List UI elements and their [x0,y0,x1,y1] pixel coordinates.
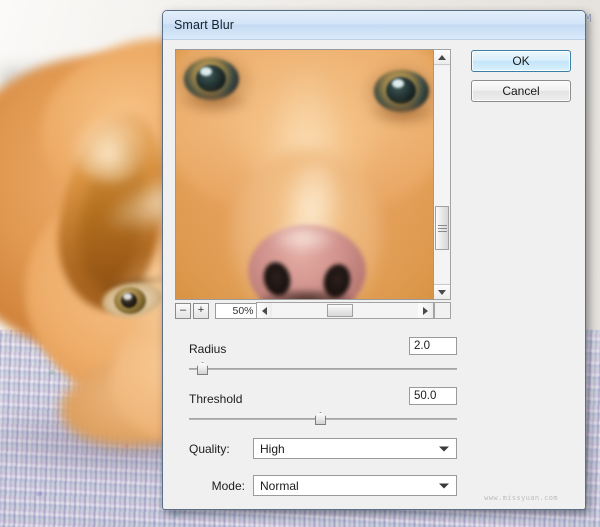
quality-selected-value: High [260,441,285,456]
radius-input[interactable]: 2.0 [409,337,457,355]
mode-label: Mode: [211,478,245,493]
preview-horizontal-scrollbar[interactable] [256,302,434,319]
arrow-left-icon [262,306,267,315]
zoom-in-button[interactable]: + [193,302,209,319]
preview-horizontal-scroll-track[interactable] [272,303,418,318]
mode-row: Mode: Normal [189,475,457,496]
cancel-button[interactable]: Cancel [471,80,571,102]
dialog-title: Smart Blur [174,18,235,32]
dialog-body: – + 50% OK Cancel Radius 2.0 Threshold 5… [163,40,585,509]
preview-horizontal-scroll-thumb[interactable] [327,304,353,317]
preview-left-lower-lid [176,92,252,116]
preview-image-dog-face [176,50,433,299]
threshold-label: Threshold [189,392,243,406]
threshold-param-row: Threshold 50.0 [189,387,457,425]
preview-scroll-left-button[interactable] [257,303,272,318]
mode-select[interactable]: Normal [253,475,457,496]
preview-image-frame[interactable] [175,49,434,300]
ok-button[interactable]: OK [471,50,571,72]
preview-vertical-scrollbar[interactable] [434,49,451,300]
threshold-slider-thumb[interactable] [314,412,326,425]
preview-scrollbar-corner [434,302,451,319]
threshold-slider[interactable] [189,412,457,426]
arrow-right-icon [423,306,428,315]
smart-blur-dialog: Smart Blur – + 50% OK Cancel Radius 2.0 … [162,10,586,510]
quality-select[interactable]: High [253,438,457,459]
preview-right-eye-glint [392,79,404,88]
radius-slider[interactable] [189,362,457,376]
zoom-out-button[interactable]: – [175,302,191,319]
preview-vertical-scroll-thumb[interactable] [435,206,449,250]
threshold-input[interactable]: 50.0 [409,387,457,405]
preview-scroll-down-button[interactable] [434,284,450,299]
quality-label: Quality: [189,441,230,456]
preview-vertical-scroll-track[interactable] [434,66,450,283]
radius-slider-thumb[interactable] [197,362,209,375]
arrow-down-icon [438,289,446,295]
chevron-down-icon [439,446,449,451]
scroll-grip-icon [437,223,447,234]
dialog-titlebar[interactable]: Smart Blur [163,11,585,40]
arrow-up-icon [438,54,446,60]
preview-region: – + 50% [175,49,458,319]
screenshot-root: 思缘设计论坛 WWW.MISSYUAN.COM Smart Blur [0,0,600,527]
preview-nose-highlight [268,222,338,254]
preview-left-eye-glint [200,67,212,76]
preview-scroll-up-button[interactable] [434,50,450,65]
preview-scroll-right-button[interactable] [418,303,433,318]
radius-label: Radius [189,342,227,356]
radius-slider-track[interactable] [189,368,457,370]
quality-row: Quality: High [189,438,457,459]
dog-eye-glint [123,293,132,300]
chevron-down-icon [439,483,449,488]
radius-param-row: Radius 2.0 [189,337,457,375]
mode-selected-value: Normal [260,478,299,493]
preview-right-lower-lid [366,104,433,128]
